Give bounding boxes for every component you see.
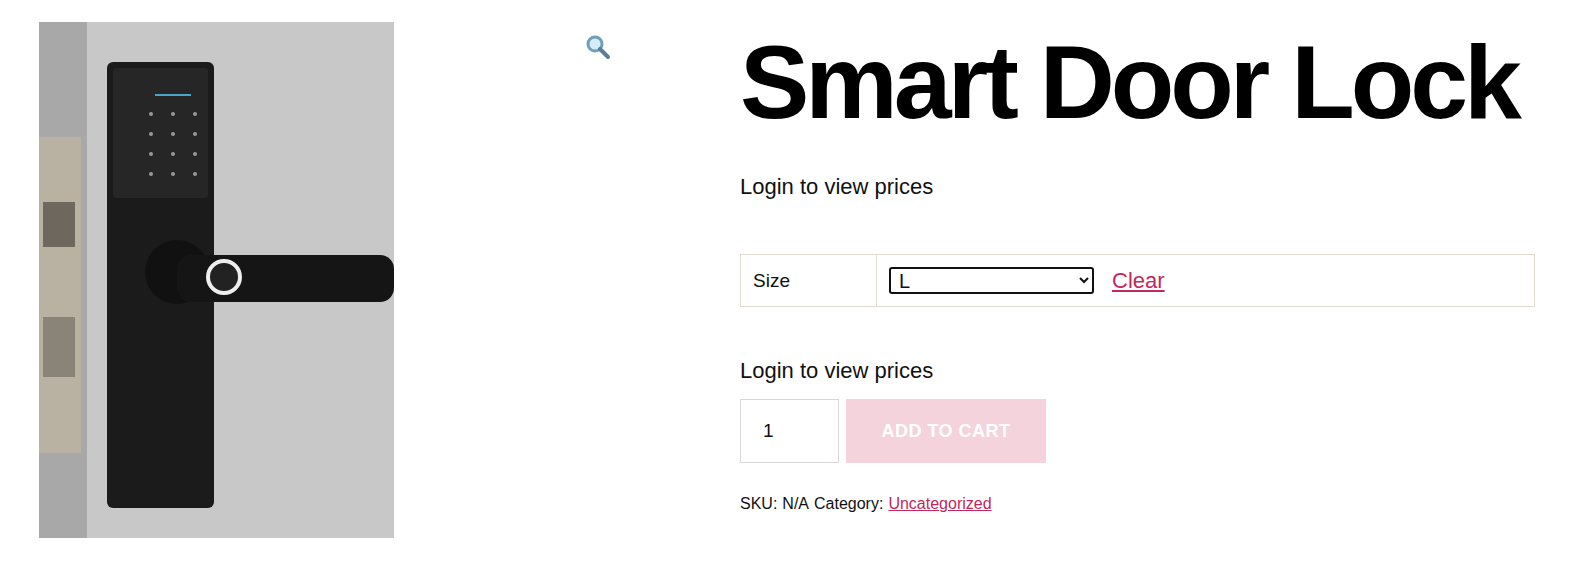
variation-value-cell: L Clear (877, 255, 1535, 307)
zoom-icon (585, 34, 611, 60)
cart-price-notice: Login to view prices (740, 356, 1535, 386)
variation-label: Size (741, 255, 877, 307)
product-title: Smart Door Lock (740, 30, 1535, 134)
add-to-cart-row: ADD TO CART (740, 399, 1535, 463)
category-label: Category: (814, 493, 883, 515)
product-photo (39, 22, 394, 538)
product-gallery (39, 22, 610, 574)
zoom-button[interactable] (585, 34, 611, 60)
sku-value: N/A (782, 493, 809, 515)
variation-select[interactable]: L (889, 267, 1094, 294)
clear-link[interactable]: Clear (1112, 268, 1165, 294)
product-page: Smart Door LockLogin to view pricesSizeL… (0, 0, 1578, 574)
product-meta: SKU:N/ACategory:Uncategorized (740, 493, 1535, 515)
category-link[interactable]: Uncategorized (888, 493, 991, 515)
product-image (39, 22, 394, 538)
price-notice: Login to view prices (740, 172, 1535, 202)
add-to-cart-button[interactable]: ADD TO CART (846, 399, 1046, 463)
sku-label: SKU: (740, 493, 777, 515)
product-summary: Smart Door LockLogin to view pricesSizeL… (740, 22, 1535, 574)
variations-table: Size L Clear (740, 254, 1535, 307)
variation-row: Size L Clear (741, 255, 1535, 307)
quantity-input[interactable] (740, 399, 839, 463)
